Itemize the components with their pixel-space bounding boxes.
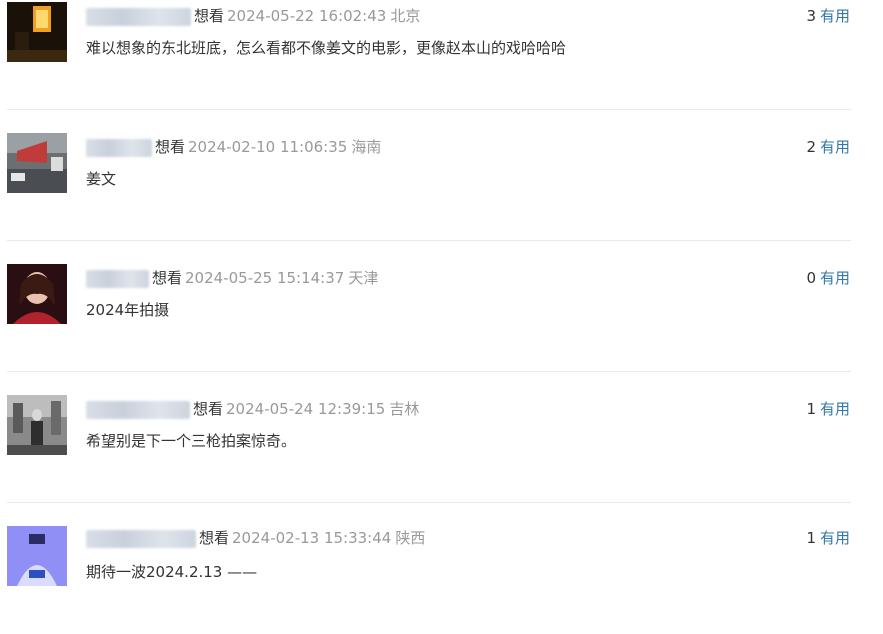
comment-item: 想看 2024-02-10 11:06:35 海南 2 有用 姜文 — [7, 110, 851, 241]
comment-location: 吉林 — [389, 400, 420, 418]
vote-count: 0 — [806, 269, 816, 287]
comment-time: 2024-05-24 12:39:15 — [226, 400, 386, 418]
useful-button[interactable]: 有用 — [820, 400, 850, 418]
vote-count: 3 — [806, 7, 816, 25]
username[interactable] — [86, 400, 190, 419]
comment-item: 想看 2024-05-24 12:39:15 吉林 1 有用 希望别是下一个三枪拍案惊… — [7, 372, 851, 503]
comment-time: 2024-05-25 15:14:37 — [185, 269, 345, 287]
useful-button[interactable]: 有用 — [820, 529, 850, 547]
vote-count: 1 — [806, 400, 816, 418]
comment-item: 想看 2024-05-25 15:14:37 天津 0 有用 2024年拍摄 — [7, 241, 851, 372]
rating-label: 想看 — [155, 138, 186, 156]
neon-window-avatar-icon[interactable] — [7, 2, 67, 62]
comment-text: 难以想象的东北班底，怎么看都不像姜文的电影，更像赵本山的戏哈哈哈 — [86, 39, 567, 57]
username[interactable] — [86, 7, 191, 26]
comment-time: 2024-05-22 16:02:43 — [227, 7, 387, 25]
useful-button[interactable]: 有用 — [820, 138, 850, 156]
street-scene-avatar-icon[interactable] — [7, 133, 67, 193]
rating-label: 想看 — [194, 7, 225, 25]
comment-meta: 想看 2024-02-10 11:06:35 海南 — [86, 136, 381, 158]
username[interactable] — [86, 269, 149, 288]
comment-location: 天津 — [348, 269, 379, 287]
portrait-avatar-icon[interactable] — [7, 264, 67, 324]
comment-item: 想看 2024-05-22 16:02:43 北京 3 有用 难以想象的东北班底，怎么… — [7, 0, 851, 110]
rating-label: 想看 — [193, 400, 224, 418]
bw-photo-avatar-icon[interactable] — [7, 395, 67, 455]
comment-item: 想看 2024-02-13 15:33:44 陕西 1 有用 期待一波2024.2.1… — [7, 503, 851, 634]
useful-button[interactable]: 有用 — [820, 269, 850, 287]
rating-label: 想看 — [199, 529, 230, 547]
username[interactable] — [86, 529, 196, 548]
comment-text: 姜文 — [86, 170, 117, 188]
blue-figure-avatar-icon[interactable] — [7, 526, 67, 586]
vote-area: 1 有用 — [806, 398, 850, 420]
comment-text: 希望别是下一个三枪拍案惊奇。 — [86, 432, 297, 450]
comment-meta: 想看 2024-02-13 15:33:44 陕西 — [86, 527, 425, 549]
vote-area: 3 有用 — [806, 5, 850, 27]
vote-area: 0 有用 — [806, 267, 850, 289]
comment-text: 期待一波2024.2.13 —— — [86, 563, 258, 581]
comment-location: 海南 — [351, 138, 382, 156]
username[interactable] — [86, 138, 152, 157]
vote-count: 1 — [806, 529, 816, 547]
comment-time: 2024-02-13 15:33:44 — [232, 529, 392, 547]
comment-meta: 想看 2024-05-25 15:14:37 天津 — [86, 267, 378, 289]
vote-count: 2 — [806, 138, 816, 156]
useful-button[interactable]: 有用 — [820, 7, 850, 25]
vote-area: 2 有用 — [806, 136, 850, 158]
rating-label: 想看 — [152, 269, 183, 287]
comment-meta: 想看 2024-05-24 12:39:15 吉林 — [86, 398, 419, 420]
comment-location: 陕西 — [395, 529, 426, 547]
comment-time: 2024-02-10 11:06:35 — [188, 138, 348, 156]
comment-location: 北京 — [390, 7, 421, 25]
comment-meta: 想看 2024-05-22 16:02:43 北京 — [86, 5, 420, 27]
comment-text: 2024年拍摄 — [86, 301, 170, 319]
vote-area: 1 有用 — [806, 527, 850, 549]
